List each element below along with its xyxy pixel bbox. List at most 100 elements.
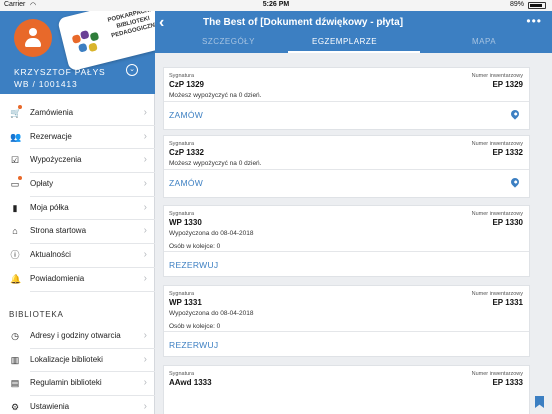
signature-label: Sygnatura xyxy=(169,371,195,377)
queue-text: Osób w kolejce: 0 xyxy=(169,323,221,330)
chevron-right-icon: › xyxy=(143,201,147,213)
menu-item-label: Lokalizacje biblioteki xyxy=(30,354,103,364)
menu-item[interactable]: 🛒 Zamówienia › xyxy=(0,102,155,126)
signature-value: CzP 1332 xyxy=(169,148,204,157)
menu-item[interactable]: ⚙ Ustawienia › xyxy=(0,396,155,414)
availability-text: Możesz wypożyczyć na 0 dzień. xyxy=(169,160,262,167)
menu-item-label: Aktualności xyxy=(30,250,71,260)
availability-text: Wypożyczona do 08-04-2018 xyxy=(169,310,254,317)
signature-label: Sygnatura xyxy=(169,141,195,147)
reserve-button[interactable]: REZERWUJ xyxy=(169,340,218,350)
library-menu: ◷ Adresy i godziny otwarcia › ▥ Lokalizacje … xyxy=(0,325,155,414)
chevron-right-icon: › xyxy=(143,130,147,142)
navigation-bar: ‹ The Best of [Dokument dźwiękowy - płyt… xyxy=(155,11,552,53)
menu-item[interactable]: ▥ Lokalizacje biblioteki › xyxy=(0,349,155,373)
inventory-label: Numer inwentarzowy xyxy=(471,211,523,217)
clock-icon: ◷ xyxy=(11,331,19,341)
cart-icon: 🛒 xyxy=(10,108,22,118)
battery-percent: 89% xyxy=(509,1,524,8)
user-name: KRZYSZTOF PAŁYS xyxy=(14,67,106,77)
home-icon: ⌂ xyxy=(12,226,18,237)
sidebar: PODKARPACKIE BIBLIOTEKI PEDAGOGICZNE KRZ… xyxy=(0,11,155,414)
ellipsis-icon: ••• xyxy=(526,14,542,28)
chevron-left-icon: ‹ xyxy=(159,14,165,31)
signature-value: AAwd 1333 xyxy=(169,378,212,387)
signature-value: WP 1331 xyxy=(169,298,202,307)
copy-card: Sygnatura CzP 1332 Numer inwentarzowy EP 13… xyxy=(163,135,530,198)
chevron-right-icon: › xyxy=(143,272,147,284)
menu-item-label: Zamówienia xyxy=(30,108,74,117)
people-icon: 👥 xyxy=(10,131,22,142)
menu-item-label: Adresy i godziny otwarcia xyxy=(30,331,121,340)
order-button[interactable]: ZAMÓW xyxy=(169,110,203,120)
inventory-value: EP 1331 xyxy=(492,298,523,307)
chevron-right-icon: › xyxy=(143,225,147,237)
copy-card: Sygnatura CzP 1329 Numer inwentarzowy EP 13… xyxy=(163,67,530,130)
inventory-value: EP 1333 xyxy=(492,378,523,387)
tab-details[interactable]: SZCZEGÓŁY xyxy=(202,37,255,46)
menu-item[interactable]: ▤ Regulamin biblioteki › xyxy=(0,372,155,396)
clock-label: 5:26 PM xyxy=(262,1,290,8)
menu-item[interactable]: ⌂ Strona startowa › xyxy=(0,220,155,244)
logo-text: PODKARPACKIE BIBLIOTEKI PEDAGOGICZNE xyxy=(107,11,155,40)
main-menu: 🛒 Zamówienia › 👥 Rezerwacje › ☑ Wypożyczenia › ▭ O… xyxy=(0,102,155,292)
inventory-value: EP 1330 xyxy=(492,218,523,227)
chevron-down-icon: ⌄ xyxy=(129,66,135,73)
gear-icon: ⚙ xyxy=(10,402,20,413)
checkbox-icon: ☑ xyxy=(10,155,20,166)
menu-item[interactable]: ⓘ Aktualności › xyxy=(0,244,155,268)
document-icon: ▤ xyxy=(10,378,20,389)
copies-list: Sygnatura CzP 1329 Numer inwentarzowy EP 13… xyxy=(155,53,552,414)
chevron-right-icon: › xyxy=(143,401,147,413)
menu-item-label: Powiadomienia xyxy=(30,273,85,283)
menu-item[interactable]: ▭ Opłaty › xyxy=(0,173,155,197)
menu-item-label: Wypożyczenia xyxy=(30,155,82,165)
menu-item-label: Moja półka xyxy=(30,202,69,212)
card-icon: ▭ xyxy=(10,179,20,190)
info-icon: ⓘ xyxy=(10,250,20,261)
tab-map[interactable]: MAPA xyxy=(472,37,496,46)
chevron-right-icon: › xyxy=(143,377,147,389)
menu-item-label: Strona startowa xyxy=(30,226,87,236)
menu-item-label: Opłaty xyxy=(30,179,54,189)
card-divider xyxy=(164,331,529,332)
chevron-right-icon: › xyxy=(143,178,147,190)
availability-text: Możesz wypożyczyć na 0 dzień. xyxy=(169,92,262,99)
order-button[interactable]: ZAMÓW xyxy=(169,178,203,188)
back-button[interactable]: ‹ xyxy=(159,14,164,32)
location-pin-icon[interactable] xyxy=(509,108,521,120)
menu-item[interactable]: ▮ Moja półka › xyxy=(0,197,155,221)
chevron-right-icon: › xyxy=(143,154,147,166)
menu-item[interactable]: 🔔 Powiadomienia › xyxy=(0,268,155,292)
inventory-label: Numer inwentarzowy xyxy=(471,371,523,377)
notification-dot xyxy=(18,176,22,181)
queue-text: Osób w kolejce: 0 xyxy=(169,243,221,250)
more-options-button[interactable]: ••• xyxy=(526,14,542,28)
menu-item[interactable]: 👥 Rezerwacje › xyxy=(0,126,155,150)
bell-icon: 🔔 xyxy=(10,273,22,284)
bookmark-icon[interactable] xyxy=(535,396,544,408)
reserve-button[interactable]: REZERWUJ xyxy=(169,260,218,270)
bookmark-icon: ▮ xyxy=(12,202,18,213)
inventory-value: EP 1329 xyxy=(492,80,523,89)
page-title: The Best of [Dokument dźwiękowy - płyta] xyxy=(203,17,404,28)
chevron-right-icon: › xyxy=(143,107,147,118)
inventory-label: Numer inwentarzowy xyxy=(471,73,523,79)
notification-dot xyxy=(18,105,22,109)
card-divider xyxy=(164,251,529,252)
copy-card: Sygnatura AAwd 1333 Numer inwentarzowy EP 1… xyxy=(163,365,530,414)
status-bar: Carrier ◠ 5:26 PM 89% xyxy=(0,0,552,11)
books-icon: ▥ xyxy=(10,354,20,365)
signature-label: Sygnatura xyxy=(169,291,195,297)
location-pin-icon[interactable] xyxy=(509,176,521,188)
chevron-right-icon: › xyxy=(143,353,147,365)
user-card-number: WB / 1001413 xyxy=(14,79,78,89)
avatar[interactable] xyxy=(14,19,52,57)
card-divider xyxy=(164,169,529,170)
tab-copies[interactable]: EGZEMPLARZE xyxy=(312,37,377,46)
menu-item-label: Ustawienia xyxy=(30,402,70,412)
account-expand-button[interactable]: ⌄ xyxy=(126,64,138,76)
menu-item[interactable]: ☑ Wypożyczenia › xyxy=(0,149,155,173)
menu-item-label: Regulamin biblioteki xyxy=(30,378,102,388)
menu-item[interactable]: ◷ Adresy i godziny otwarcia › xyxy=(0,325,155,349)
